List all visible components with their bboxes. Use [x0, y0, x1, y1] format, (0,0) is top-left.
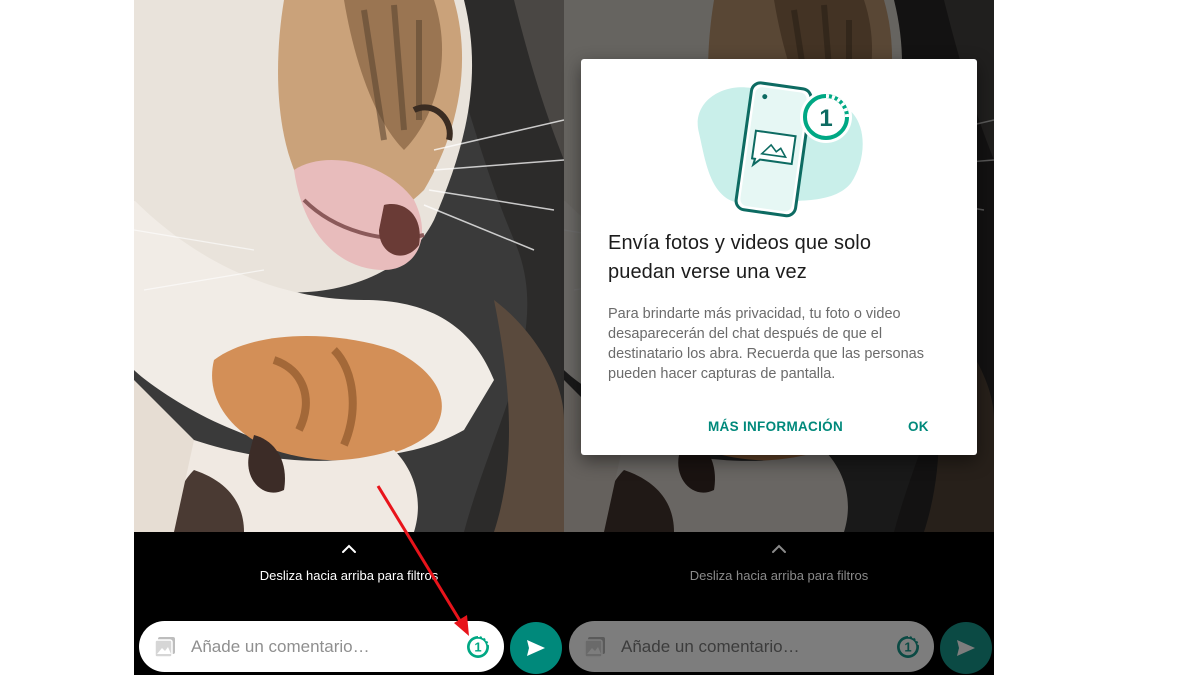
filter-hint[interactable]: Desliza hacia arriba para filtros — [134, 540, 564, 583]
comment-bar: 1 — [139, 621, 504, 672]
photo-preview — [134, 0, 564, 532]
filter-hint-text: Desliza hacia arriba para filtros — [689, 568, 869, 583]
dialog-body: Para brindarte más privacidad, tu foto o… — [608, 306, 924, 382]
comment-bar: 1 — [569, 621, 934, 672]
gallery-icon — [584, 637, 605, 658]
phone-illustration: 1 — [697, 81, 863, 218]
comment-input[interactable] — [191, 621, 451, 672]
chevron-up-icon — [342, 544, 356, 553]
gallery-icon[interactable] — [153, 635, 177, 659]
send-icon — [957, 640, 975, 656]
view-once-icon[interactable]: 1 — [465, 634, 491, 660]
send-icon — [527, 640, 545, 656]
view-once-dialog: 1 Envía fotos y videos que solo puedan v… — [581, 59, 977, 455]
view-once-icon: 1 — [897, 635, 920, 658]
svg-text:1: 1 — [474, 640, 481, 655]
dialog-title: Envía fotos y videos que solo puedan ver… — [608, 232, 872, 283]
comment-input — [621, 621, 881, 672]
send-button[interactable] — [510, 622, 562, 674]
send-button — [940, 622, 992, 674]
badge-count: 1 — [819, 105, 832, 132]
svg-text:1: 1 — [904, 640, 911, 655]
left-screen: Desliza hacia arriba para filtros 1 — [134, 0, 564, 675]
filter-hint: Desliza hacia arriba para filtros — [564, 540, 994, 583]
ok-button[interactable]: OK — [904, 411, 933, 441]
filter-hint-text: Desliza hacia arriba para filtros — [259, 568, 439, 583]
chevron-up-icon — [772, 544, 786, 553]
more-info-button[interactable]: MÁS INFORMACIÓN — [704, 411, 847, 441]
